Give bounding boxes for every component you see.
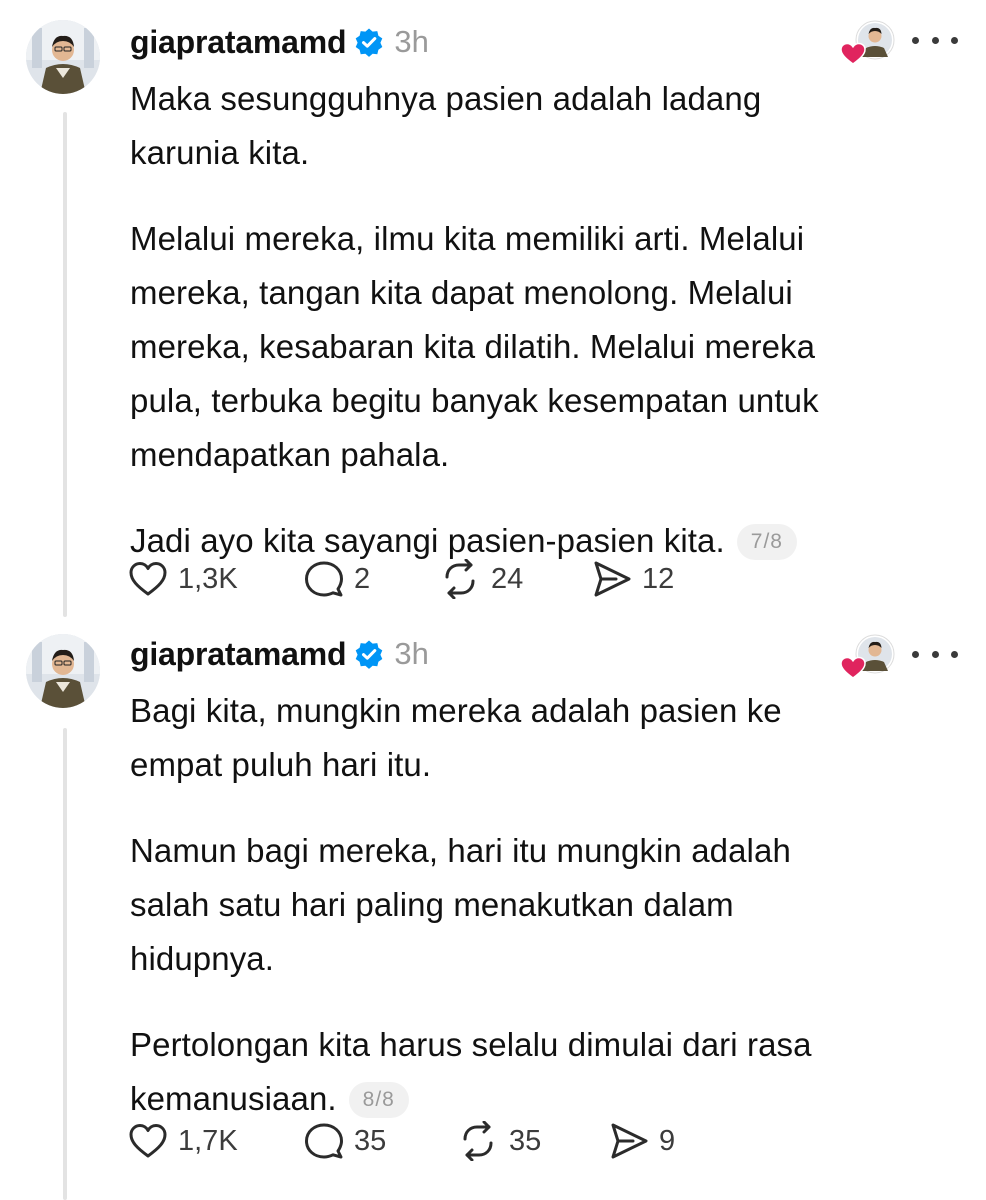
thread-post: giapratamamd 3h Maka sesungguhnya pasien…: [0, 18, 986, 618]
post-header: giapratamamd 3h: [130, 20, 429, 64]
post-actions: 1,7K 35 35 9: [128, 1116, 729, 1166]
thread-page-counter: 8/8: [348, 1082, 409, 1118]
avatar[interactable]: [26, 20, 100, 94]
like-count: 1,3K: [178, 562, 238, 595]
post-timestamp: 3h: [394, 24, 429, 59]
post-actions: 1,3K 2 24 12: [128, 554, 732, 604]
post-header: giapratamamd 3h: [130, 632, 429, 676]
reply-button[interactable]: 35: [304, 1122, 457, 1160]
post-body: Bagi kita, mungkin mereka adalah pasien …: [130, 684, 930, 1126]
like-button[interactable]: 1,7K: [128, 1122, 304, 1160]
thread-post: giapratamamd 3h Bagi kita, mungkin merek…: [0, 632, 986, 1200]
liked-by-avatar[interactable]: [838, 632, 896, 682]
share-count: 9: [659, 1124, 676, 1157]
more-options-icon[interactable]: [912, 30, 958, 50]
post-paragraph-last: Pertolongan kita harus selalu dimulai da…: [130, 1018, 930, 1126]
share-button[interactable]: 9: [609, 1122, 729, 1160]
more-options-icon[interactable]: [912, 644, 958, 664]
send-paper-plane-icon: [611, 1123, 648, 1159]
post-paragraph: Bagi kita, mungkin mereka adalah pasien …: [130, 692, 782, 783]
post-paragraph: Maka sesungguhnya pasien adalah ladang k…: [130, 80, 762, 171]
reply-button[interactable]: 2: [304, 560, 439, 598]
repost-button[interactable]: 35: [457, 1121, 609, 1161]
repost-count: 24: [491, 562, 524, 595]
avatar[interactable]: [26, 634, 100, 708]
share-count: 12: [642, 562, 675, 595]
share-button[interactable]: 12: [592, 560, 732, 598]
heart-outline-icon: [129, 1124, 167, 1158]
post-paragraph-text: Pertolongan kita harus selalu dimulai da…: [130, 1026, 812, 1117]
post-body: Maka sesungguhnya pasien adalah ladang k…: [130, 72, 930, 568]
username[interactable]: giapratamamd: [130, 24, 347, 61]
repost-arrows-icon: [445, 559, 475, 599]
like-count: 1,7K: [178, 1124, 238, 1157]
repost-arrows-icon: [463, 1121, 493, 1161]
post-paragraph: Namun bagi mereka, hari itu mungkin adal…: [130, 832, 791, 977]
heart-outline-icon: [129, 562, 167, 596]
liked-by-avatar[interactable]: [838, 18, 896, 68]
like-button[interactable]: 1,3K: [128, 560, 304, 598]
thread-page-counter: 7/8: [736, 524, 797, 560]
verified-badge-icon: [354, 27, 384, 57]
post-timestamp: 3h: [394, 636, 429, 671]
speech-bubble-icon: [305, 561, 343, 597]
reply-count: 35: [354, 1124, 387, 1157]
repost-count: 35: [509, 1124, 542, 1157]
heart-badge-icon: [840, 42, 866, 65]
speech-bubble-icon: [305, 1123, 343, 1159]
username[interactable]: giapratamamd: [130, 636, 347, 673]
reply-count: 2: [354, 562, 371, 595]
repost-button[interactable]: 24: [439, 559, 592, 599]
verified-badge-icon: [354, 639, 384, 669]
heart-badge-icon: [840, 656, 866, 679]
send-paper-plane-icon: [594, 561, 631, 597]
post-paragraph: Melalui mereka, ilmu kita memiliki arti.…: [130, 220, 819, 473]
